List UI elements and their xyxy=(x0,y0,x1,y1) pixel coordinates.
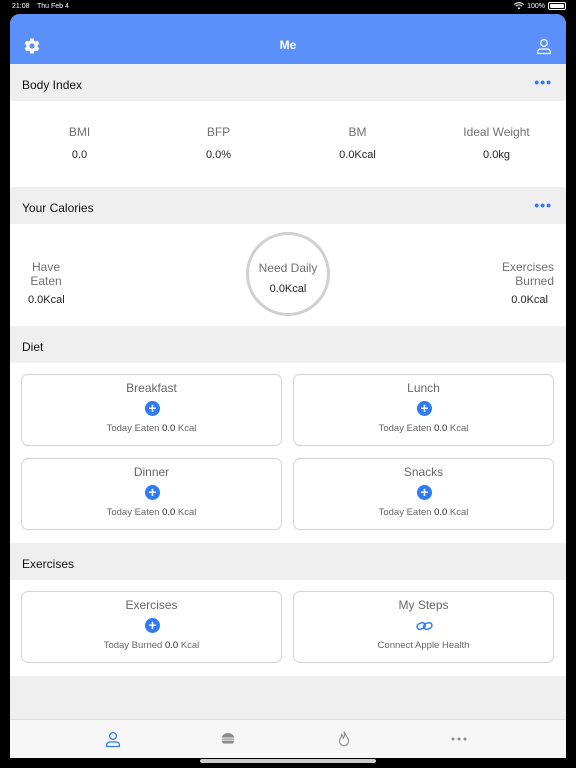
more-button[interactable]: ••• xyxy=(534,74,552,90)
card-title: Dinner xyxy=(133,465,170,479)
card-subtitle: Today Burned 0.0 Kcal xyxy=(22,640,281,651)
lunch-card[interactable]: Lunch + Today Eaten 0.0 Kcal xyxy=(293,374,554,446)
sub-value: 0.0 xyxy=(162,423,176,434)
add-snacks-button[interactable]: + xyxy=(417,485,432,500)
snacks-card[interactable]: Snacks + Today Eaten 0.0 Kcal xyxy=(293,458,554,530)
card-subtitle: Connect Apple Health xyxy=(377,640,470,651)
flame-icon[interactable] xyxy=(335,730,353,748)
card-title: Snacks xyxy=(403,465,444,479)
sub-value: 0.0 xyxy=(434,423,448,434)
sub-unit: Kcal xyxy=(177,423,197,434)
need-daily-value: 0.0Kcal xyxy=(269,283,307,295)
link-icon[interactable] xyxy=(416,620,433,632)
stat-value: 0.0kg xyxy=(483,149,510,161)
card-title: Exercises xyxy=(125,598,178,612)
sub-unit: Kcal xyxy=(449,507,469,518)
exercises-panel: Exercises + Today Burned 0.0 Kcal My Ste… xyxy=(10,580,566,676)
exercises-burned-value: 0.0Kcal xyxy=(511,294,548,306)
sub-prefix: Today Burned xyxy=(103,640,163,651)
card-subtitle: Today Eaten 0.0 Kcal xyxy=(22,507,281,518)
calories-header: Your Calories ••• xyxy=(10,187,566,223)
section-title: Diet xyxy=(22,340,44,354)
stat-label: Ideal Weight xyxy=(463,125,530,139)
page-title: Me xyxy=(279,38,297,52)
diet-panel: Breakfast + Today Eaten 0.0 Kcal Lunch +… xyxy=(10,363,566,543)
battery-icon xyxy=(548,2,566,10)
ideal-weight-stat: Ideal Weight 0.0kg xyxy=(427,125,566,161)
have-eaten-label: Have Eaten xyxy=(28,260,64,288)
section-title: Exercises xyxy=(22,557,75,571)
body-index-header: Body Index ••• xyxy=(10,64,566,100)
sub-unit: Kcal xyxy=(180,640,200,651)
card-subtitle: Today Eaten 0.0 Kcal xyxy=(294,507,553,518)
label-line: Have xyxy=(31,260,60,274)
calories-panel: Have Eaten 0.0Kcal Need Daily 0.0Kcal Ex… xyxy=(10,224,566,326)
section-title: Your Calories xyxy=(22,201,94,215)
status-date: Thu Feb 4 xyxy=(37,3,69,10)
stat-label: BM xyxy=(348,125,367,139)
more-button[interactable]: ••• xyxy=(534,197,552,213)
sub-prefix: Today Eaten xyxy=(378,507,432,518)
person-icon[interactable] xyxy=(104,730,122,748)
bfp-stat: BFP 0.0% xyxy=(149,125,288,161)
sub-unit: Kcal xyxy=(449,423,469,434)
card-title: Lunch xyxy=(407,381,440,395)
add-breakfast-button[interactable]: + xyxy=(145,401,160,416)
breakfast-card[interactable]: Breakfast + Today Eaten 0.0 Kcal xyxy=(21,374,282,446)
wifi-icon xyxy=(514,2,525,10)
top-bar: Me xyxy=(10,14,566,64)
sub-prefix: Today Eaten xyxy=(106,507,160,518)
person-icon[interactable] xyxy=(535,37,553,55)
home-indicator xyxy=(200,759,376,763)
stat-label: BFP xyxy=(206,125,231,139)
sub-prefix: Today Eaten xyxy=(106,423,160,434)
tab-bar xyxy=(10,719,566,758)
sub-value: 0.0 xyxy=(162,507,176,518)
label-line: Exercises xyxy=(501,260,554,274)
sub-value: 0.0 xyxy=(434,507,448,518)
exercises-card[interactable]: Exercises + Today Burned 0.0 Kcal xyxy=(21,591,282,663)
stat-value: 0.0Kcal xyxy=(339,149,376,161)
need-daily-label: Need Daily xyxy=(258,261,318,275)
my-steps-card[interactable]: My Steps Connect Apple Health xyxy=(293,591,554,663)
stat-value: 0.0% xyxy=(205,149,232,161)
exercises-header: Exercises xyxy=(10,543,566,579)
status-time: 21:08 xyxy=(12,3,30,10)
card-subtitle: Today Eaten 0.0 Kcal xyxy=(22,423,281,434)
bm-stat: BM 0.0Kcal xyxy=(288,125,427,161)
dinner-card[interactable]: Dinner + Today Eaten 0.0 Kcal xyxy=(21,458,282,530)
bmi-stat: BMI 0.0 xyxy=(10,125,149,161)
more-icon[interactable] xyxy=(450,730,468,748)
battery-percent: 100% xyxy=(527,2,545,10)
card-subtitle: Today Eaten 0.0 Kcal xyxy=(294,423,553,434)
add-lunch-button[interactable]: + xyxy=(417,401,432,416)
diet-header: Diet xyxy=(10,326,566,362)
stat-label: BMI xyxy=(68,125,91,139)
card-title: Breakfast xyxy=(126,381,177,395)
burger-icon[interactable] xyxy=(219,730,237,748)
app-window: Me Body Index ••• BMI 0.0 BFP 0.0% BM 0.… xyxy=(10,14,566,758)
body-index-panel: BMI 0.0 BFP 0.0% BM 0.0Kcal Ideal Weight… xyxy=(10,101,566,187)
sub-value: 0.0 xyxy=(164,640,179,651)
label-line: Burned xyxy=(515,274,554,288)
stat-value: 0.0 xyxy=(71,149,88,161)
sub-prefix: Today Eaten xyxy=(378,423,432,434)
add-exercise-button[interactable]: + xyxy=(145,618,160,633)
sub-unit: Kcal xyxy=(177,507,197,518)
label-line: Eaten xyxy=(30,274,62,288)
add-dinner-button[interactable]: + xyxy=(145,485,160,500)
card-title: My Steps xyxy=(398,598,449,612)
need-daily-ring: Need Daily 0.0Kcal xyxy=(246,232,330,316)
have-eaten-value: 0.0Kcal xyxy=(28,294,65,306)
status-bar: 21:08 Thu Feb 4 100% xyxy=(0,0,576,14)
section-title: Body Index xyxy=(22,78,83,92)
exercises-burned-label: Exercises Burned xyxy=(502,260,554,288)
